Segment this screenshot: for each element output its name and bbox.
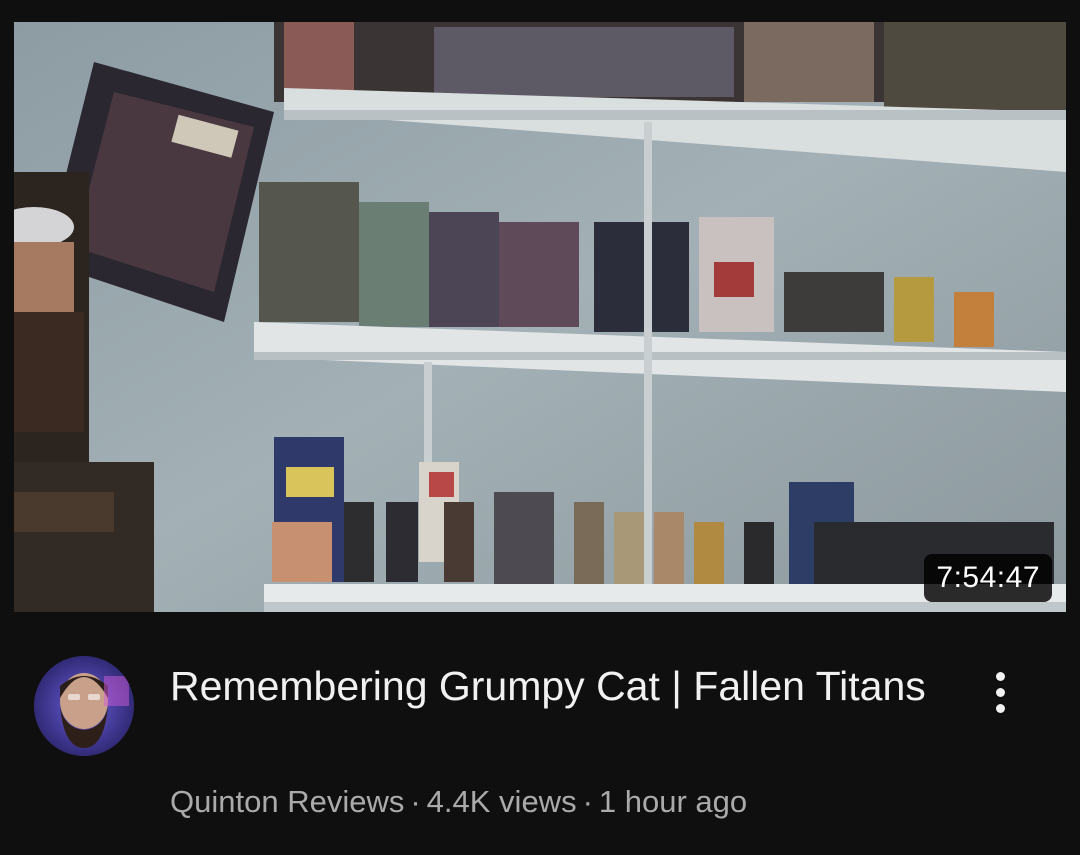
upload-age: 1 hour ago [598,784,748,819]
video-title[interactable]: Remembering Grumpy Cat | Fallen Titans [170,658,930,714]
channel-name[interactable]: Quinton Reviews [170,784,404,819]
duration-badge: 7:54:47 [924,554,1052,602]
video-card[interactable]: 7:54:47 [0,0,1080,622]
more-options-button[interactable] [975,662,1025,722]
separator: · [410,784,421,819]
video-details: Remembering Grumpy Cat | Fallen Titans Q… [0,622,1080,855]
more-vert-icon [995,671,1005,681]
avatar-image [34,656,134,756]
video-metadata: Quinton Reviews · 4.4K views · 1 hour ago [170,782,970,822]
view-count: 4.4K views [426,784,577,819]
more-vert-icon [995,703,1005,713]
video-thumbnail[interactable]: 7:54:47 [14,22,1066,612]
separator: · [582,784,593,819]
more-vert-icon [995,687,1005,697]
channel-avatar[interactable] [34,656,134,756]
thumbnail-image [14,22,1066,612]
